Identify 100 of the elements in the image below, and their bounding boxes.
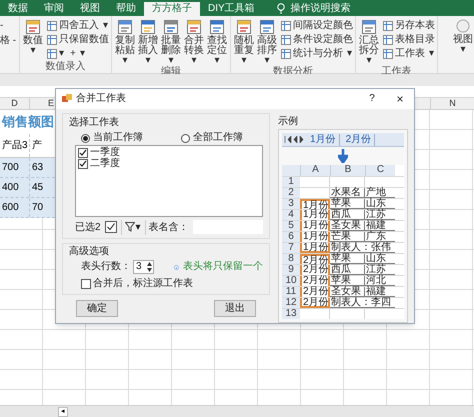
radio-option[interactable]: 全部工作簿 bbox=[181, 132, 243, 144]
ribbon-small-button[interactable]: 工作表 ▾ bbox=[383, 47, 435, 60]
sheet-list-item[interactable]: 二季度 bbox=[78, 158, 260, 169]
circle-icon bbox=[456, 19, 470, 33]
table-cell-text: 63 bbox=[31, 160, 44, 174]
example-cell: 苹果 bbox=[330, 199, 365, 209]
ribbon-button[interactable]: 数值 ▾ bbox=[22, 19, 44, 61]
ribbon-small-button[interactable]: ▾ + ▾ bbox=[47, 47, 109, 60]
ribbon-label: - bbox=[0, 20, 4, 32]
ribbon-button[interactable]: 新增插入 ▾ bbox=[137, 19, 159, 66]
ribbon-tab[interactable]: 方方格子 bbox=[144, 2, 200, 16]
example-cell: 福建 bbox=[365, 287, 395, 297]
radio-button[interactable] bbox=[81, 134, 90, 142]
ribbon-tab[interactable]: 数据 bbox=[0, 2, 36, 16]
ribbon-tab[interactable]: 视图 bbox=[72, 2, 108, 16]
ribbon-tab[interactable]: 帮助 bbox=[108, 2, 144, 16]
radio-button[interactable] bbox=[181, 134, 190, 142]
example-cell: 福建 bbox=[365, 221, 395, 231]
close-button[interactable]: × bbox=[392, 93, 408, 105]
ribbon-button[interactable]: 高级排序 ▾ bbox=[256, 19, 278, 66]
ribbon-tab[interactable]: DIY工具箱 bbox=[200, 2, 263, 16]
example-cell: 制表人：张伟 bbox=[330, 243, 395, 253]
example-cell: 制表人：李四 bbox=[330, 298, 395, 308]
table-cell: 600 bbox=[0, 198, 30, 217]
example-label: 示例 bbox=[278, 115, 299, 129]
example-cell: 苹果 bbox=[330, 254, 365, 264]
row-header: 2 bbox=[282, 188, 300, 198]
ribbon-small-button[interactable]: 只保留数值 bbox=[47, 33, 109, 46]
selected-count: 已选2 bbox=[75, 220, 101, 234]
filter-button[interactable]: ▾ bbox=[120, 220, 141, 234]
checkbox[interactable] bbox=[78, 158, 88, 168]
sheet-nav-icon bbox=[284, 136, 304, 143]
table-icon bbox=[383, 20, 393, 30]
dialog-button[interactable]: 确定 bbox=[76, 300, 118, 317]
ribbon-button[interactable]: 合并转换 ▾ bbox=[183, 19, 205, 66]
table-icon bbox=[383, 34, 393, 44]
row-header: 5 bbox=[282, 221, 300, 231]
example-cell: 西瓜 bbox=[330, 265, 365, 275]
example-cell: 山东 bbox=[365, 254, 395, 264]
ribbon-small-button[interactable]: 四舍五入 ▾ bbox=[47, 19, 109, 32]
column-header: E bbox=[46, 98, 55, 109]
checkbox[interactable] bbox=[81, 279, 91, 289]
row-header: 6 bbox=[282, 232, 300, 242]
example-cell: 山东 bbox=[365, 199, 395, 209]
row-header: 3 bbox=[282, 199, 300, 209]
example-cell: 1月份 bbox=[300, 221, 330, 231]
example-cell: 水果名 bbox=[330, 188, 365, 198]
example-cell: 2月份 bbox=[300, 298, 330, 308]
example-cell: 2月份 bbox=[300, 265, 330, 275]
ribbon-tab[interactable]: 审阅 bbox=[36, 2, 72, 16]
table-cell-text: 产 bbox=[31, 138, 43, 152]
sheet-list-item[interactable]: 一季度 bbox=[78, 147, 260, 158]
ribbon-small-button[interactable]: 另存本表 bbox=[383, 19, 435, 32]
column-header: A bbox=[300, 165, 330, 176]
table-icon bbox=[281, 34, 291, 44]
table-icon bbox=[47, 48, 57, 58]
ribbon-small-button[interactable]: 表格目录 bbox=[383, 33, 435, 46]
row-header: 7 bbox=[282, 243, 300, 253]
lightbulb-icon bbox=[276, 3, 285, 14]
radio-option[interactable]: 当前工作簿 bbox=[81, 132, 181, 144]
help-button[interactable]: ? bbox=[364, 93, 380, 105]
info-icon bbox=[174, 262, 179, 272]
ribbon-button[interactable]: 随机重复 ▾ bbox=[233, 19, 255, 66]
row-header: 8 bbox=[282, 254, 300, 264]
ribbon-button[interactable]: 批量删除 ▾ bbox=[160, 19, 182, 66]
mark-source-option[interactable]: 合并后，标注源工作表 bbox=[69, 278, 263, 290]
down-arrow-icon bbox=[338, 149, 348, 163]
row-header: 10 bbox=[282, 276, 300, 286]
ribbon-button[interactable]: 视图 ▾ bbox=[452, 16, 474, 73]
search-hint[interactable]: 操作说明搜索 bbox=[290, 2, 351, 16]
ribbon-button[interactable]: 汇总拆分 ▾ bbox=[358, 19, 380, 66]
header-rows-spinner[interactable]: 3 bbox=[133, 260, 154, 274]
example-cell: 1月份 bbox=[300, 210, 330, 220]
ribbon-button[interactable]: 查找定位 ▾ bbox=[206, 19, 228, 66]
table-icon bbox=[281, 48, 291, 58]
checkbox[interactable] bbox=[78, 148, 88, 158]
example-cell: 圣女果 bbox=[330, 221, 365, 231]
example-cell: 江苏 bbox=[365, 210, 395, 220]
row-header: 12 bbox=[282, 298, 300, 308]
table-icon bbox=[47, 20, 57, 30]
example-cell: 西瓜 bbox=[330, 210, 365, 220]
example-cell: 2月份 bbox=[300, 254, 330, 264]
ribbon-label: 格 - bbox=[0, 35, 18, 47]
ribbon-small-button[interactable]: 统计与分析 ▾ bbox=[281, 47, 353, 60]
table-icon bbox=[383, 48, 393, 58]
ribbon-small-button[interactable]: 间隔设定颜色 bbox=[281, 19, 353, 32]
dialog-title: 合并工作表 bbox=[76, 93, 126, 105]
row-header: 13 bbox=[282, 309, 300, 319]
table-cell: 700 bbox=[0, 158, 30, 177]
column-header: D bbox=[0, 98, 30, 109]
ribbon-button[interactable]: 复制粘贴 ▾ bbox=[114, 19, 136, 66]
example-cell: 1月份 bbox=[300, 232, 330, 242]
dialog-button[interactable]: 退出 bbox=[214, 300, 256, 317]
example-cell: 2月份 bbox=[300, 287, 330, 297]
ribbon-small-button[interactable]: 条件设定颜色 bbox=[281, 33, 353, 46]
example-cell: 1月份 bbox=[300, 243, 330, 253]
example-cell: 广东 bbox=[365, 232, 395, 242]
header-rows-label: 表头行数： bbox=[81, 261, 131, 273]
example-cell: 1月份 bbox=[300, 199, 330, 209]
example-cell: 圣女果 bbox=[330, 287, 365, 297]
